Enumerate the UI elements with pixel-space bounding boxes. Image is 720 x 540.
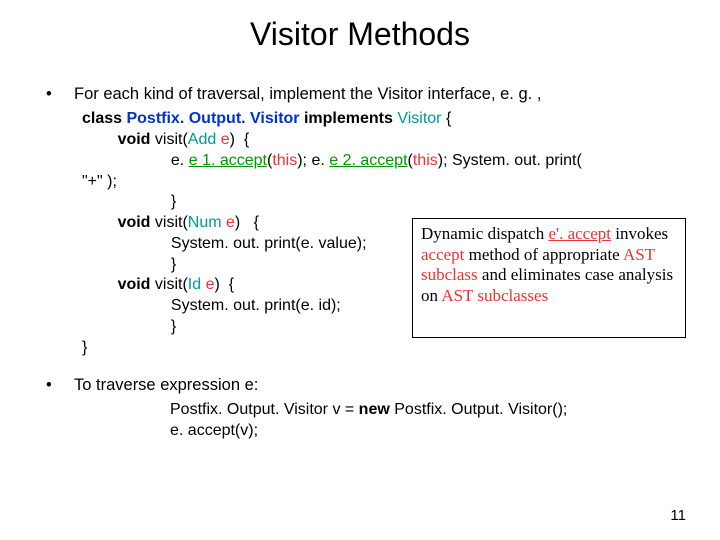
classname: Postfix. Output. Visitor bbox=[126, 110, 299, 127]
callout-accept: e'. accept bbox=[548, 224, 611, 243]
visit-open-2: visit( bbox=[155, 214, 188, 231]
mid: ); e. bbox=[297, 152, 329, 169]
callout-subclasses: AST subclasses bbox=[441, 286, 548, 305]
page-number: 11 bbox=[670, 507, 686, 524]
bullet-dot: • bbox=[40, 84, 74, 105]
bullet-2-text: To traverse expression e: bbox=[74, 375, 258, 396]
type-id: Id bbox=[188, 276, 201, 293]
tail: ); System. out. print( bbox=[438, 152, 582, 169]
kw-implements: implements bbox=[300, 110, 398, 127]
callout-t3: invokes bbox=[611, 224, 668, 243]
print-id: System. out. print(e. id); bbox=[82, 297, 341, 314]
slide: Visitor Methods • For each kind of trave… bbox=[0, 0, 720, 540]
close-brace-outer: } bbox=[82, 339, 87, 356]
print-value: System. out. print(e. value); bbox=[82, 235, 367, 252]
plus-literal: "+" ); bbox=[82, 173, 117, 190]
close-brace-3: } bbox=[82, 318, 176, 335]
visit-close-2: ) { bbox=[235, 214, 259, 231]
spacer bbox=[40, 359, 690, 369]
bullet-2: • To traverse expression e: bbox=[40, 375, 690, 396]
bullet-dot-2: • bbox=[40, 375, 74, 396]
kw-new: new bbox=[359, 401, 390, 418]
trav-1a: Postfix. Output. Visitor v = bbox=[170, 401, 359, 418]
callout-t1: Dynamic dispatch bbox=[421, 224, 548, 243]
close-brace-2: } bbox=[82, 256, 176, 273]
callout-accept2: accept bbox=[421, 245, 464, 264]
kw-void: void bbox=[82, 131, 155, 148]
param-e-2: e bbox=[222, 214, 235, 231]
this-1: this bbox=[272, 152, 297, 169]
this-2: this bbox=[413, 152, 438, 169]
slide-title: Visitor Methods bbox=[0, 16, 720, 53]
traverse-code: Postfix. Output. Visitor v = new Postfix… bbox=[170, 400, 690, 442]
visit-open: visit( bbox=[155, 131, 188, 148]
kw-class: class bbox=[82, 110, 126, 127]
visit-close: ) { bbox=[230, 131, 250, 148]
param-e: e bbox=[216, 131, 229, 148]
trav-1c: Postfix. Output. Visitor(); bbox=[390, 401, 568, 418]
bullet-1: • For each kind of traversal, implement … bbox=[40, 84, 690, 105]
close-brace-1: } bbox=[82, 193, 176, 210]
trav-2: e. accept(v); bbox=[170, 422, 258, 439]
callout-box: Dynamic dispatch e'. accept invokes acce… bbox=[412, 218, 686, 338]
accept-2: e 2. accept bbox=[329, 152, 407, 169]
callout-t5: method of appropriate bbox=[464, 245, 623, 264]
type-add: Add bbox=[188, 131, 216, 148]
param-e-3: e bbox=[201, 276, 214, 293]
visit-close-3: ) { bbox=[214, 276, 234, 293]
visit-open-3: visit( bbox=[155, 276, 188, 293]
visitor-type: Visitor bbox=[397, 110, 441, 127]
type-num: Num bbox=[188, 214, 222, 231]
brace: { bbox=[442, 110, 452, 127]
kw-void-2: void bbox=[82, 214, 155, 231]
expr-pre: e. bbox=[82, 152, 189, 169]
accept-1: e 1. accept bbox=[189, 152, 267, 169]
kw-void-3: void bbox=[82, 276, 155, 293]
bullet-1-text: For each kind of traversal, implement th… bbox=[74, 84, 541, 105]
